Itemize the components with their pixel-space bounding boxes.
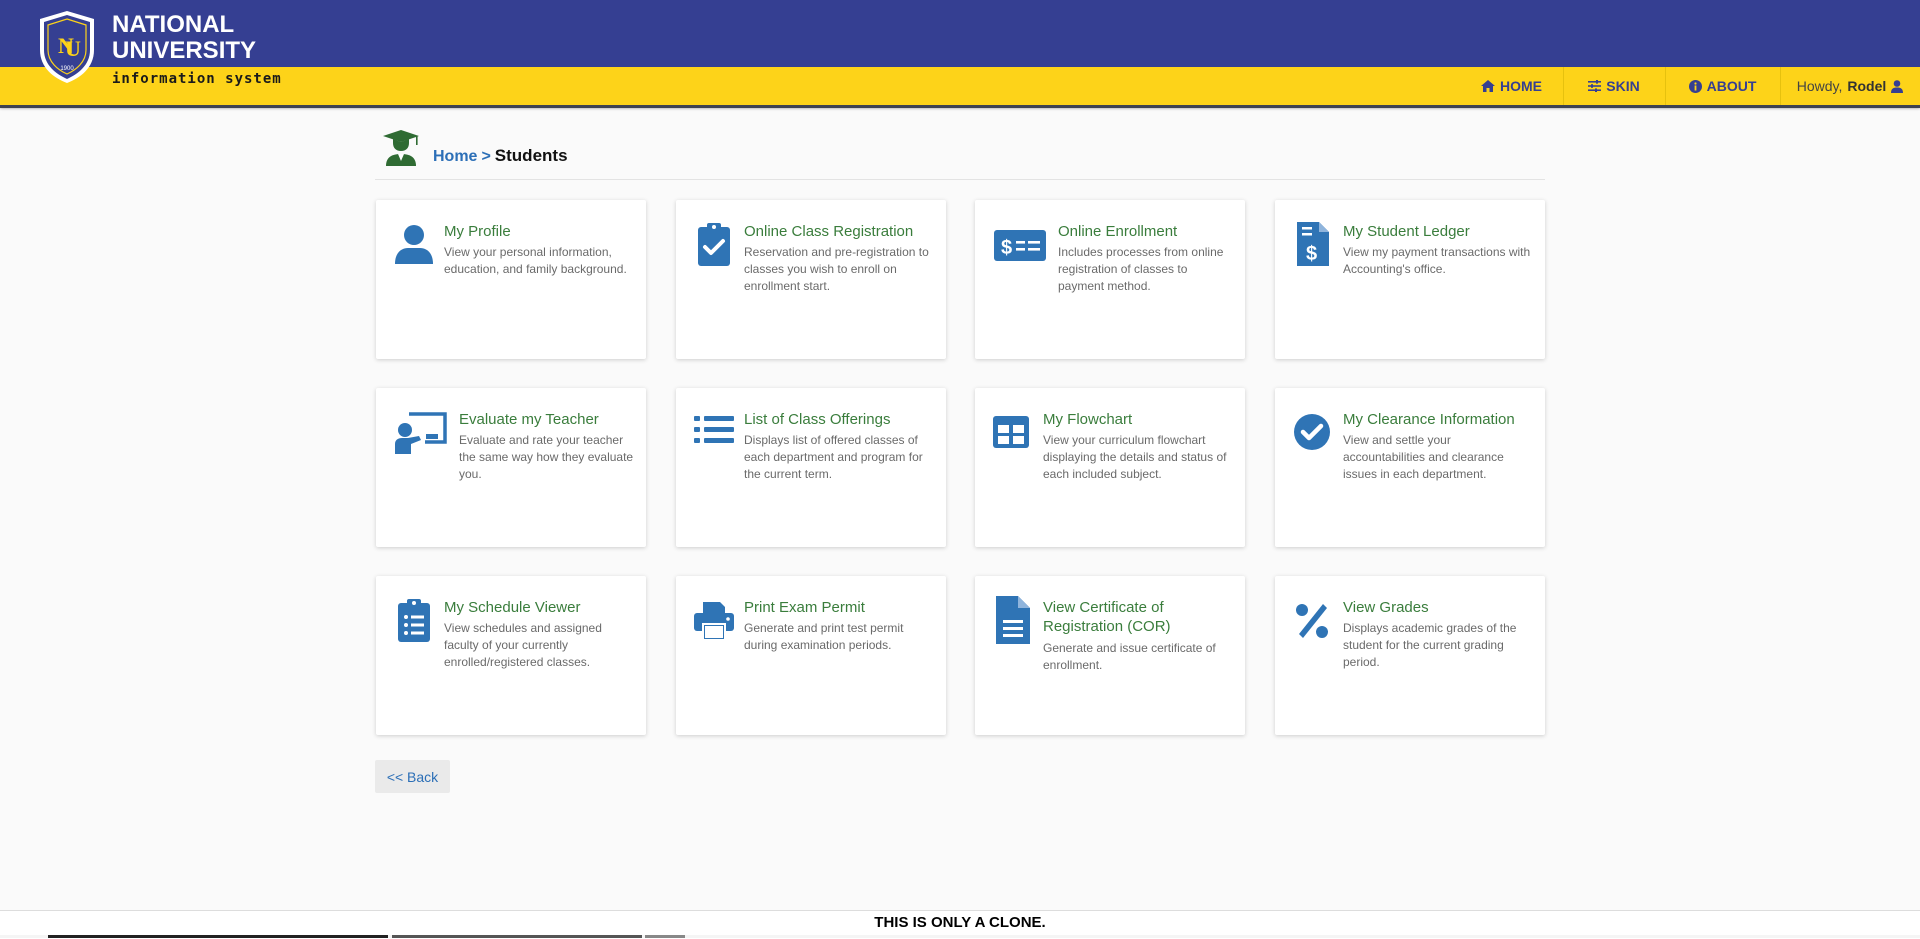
money-check-icon: $ <box>994 230 1046 261</box>
footer-notice: THIS IS ONLY A CLONE. <box>874 914 1046 931</box>
page-title: Students <box>494 146 568 165</box>
svg-text:1900: 1900 <box>60 66 74 72</box>
card-my-schedule-viewer[interactable]: My Schedule Viewer View schedules and as… <box>376 576 646 735</box>
nav-about[interactable]: ABOUT <box>1665 67 1780 105</box>
card-my-clearance-information[interactable]: My Clearance Information View and settle… <box>1275 388 1545 547</box>
card-online-enrollment[interactable]: $ Online Enrollment Includes processes f… <box>975 200 1245 359</box>
card-title: Online Class Registration <box>744 223 914 240</box>
svg-text:$: $ <box>1001 237 1012 259</box>
clipboard-check-icon <box>698 223 730 266</box>
file-alt-icon <box>996 596 1030 644</box>
nav-home-label: HOME <box>1500 78 1542 94</box>
header-top-bar <box>0 0 1920 67</box>
print-icon <box>694 602 734 641</box>
card-title: Online Enrollment <box>1058 223 1178 240</box>
nav-skin[interactable]: SKIN <box>1563 67 1665 105</box>
card-description: View and settle your accountabilities an… <box>1343 433 1504 481</box>
info-circle-icon <box>1688 79 1702 93</box>
svg-text:$: $ <box>1306 243 1317 265</box>
brand-subtitle: information system <box>112 71 282 87</box>
card-description: View your curriculum flowchart displayin… <box>1043 433 1227 481</box>
card-my-student-ledger[interactable]: $ My Student Ledger View my payment tran… <box>1275 200 1545 359</box>
card-title: My Clearance Information <box>1343 411 1515 428</box>
card-title: My Schedule Viewer <box>444 599 581 616</box>
card-title: List of Class Offerings <box>744 411 891 428</box>
card-view-certificate-of-registration[interactable]: View Certificate of Registration (COR) G… <box>975 576 1245 735</box>
user-icon <box>1891 79 1904 93</box>
card-view-grades[interactable]: View Grades Displays academic grades of … <box>1275 576 1545 735</box>
card-description: Evaluate and rate your teacher the same … <box>459 433 634 481</box>
howdy-text: Howdy, <box>1796 78 1843 94</box>
card-online-class-registration[interactable]: Online Class Registration Reservation an… <box>676 200 946 359</box>
header-divider <box>0 105 1920 108</box>
user-icon <box>395 225 433 264</box>
card-description: Generate and issue certificate of enroll… <box>1043 641 1216 672</box>
breadcrumb: Home > Students <box>433 146 568 166</box>
nav-skin-label: SKIN <box>1606 78 1640 94</box>
back-button[interactable]: << Back <box>375 760 450 793</box>
percent-icon <box>1296 604 1328 638</box>
card-title: View Certificate of Registration (COR) <box>1043 599 1171 635</box>
card-my-flowchart[interactable]: My Flowchart View your curriculum flowch… <box>975 388 1245 547</box>
card-title: My Profile <box>444 223 511 240</box>
card-description: Displays list of offered classes of each… <box>744 433 923 481</box>
card-title: My Flowchart <box>1043 411 1133 428</box>
graduate-icon <box>383 130 419 166</box>
user-name: Rodel <box>1847 78 1887 94</box>
brand-name-line2: UNIVERSITY <box>112 37 257 64</box>
card-print-exam-permit[interactable]: Print Exam Permit Generate and print tes… <box>676 576 946 735</box>
breadcrumb-home-link[interactable]: Home <box>433 148 477 165</box>
card-description: Displays academic grades of the student … <box>1343 621 1517 669</box>
card-title: Print Exam Permit <box>744 599 865 616</box>
card-description: View my payment transactions with Accoun… <box>1343 245 1531 276</box>
check-circle-icon <box>1294 414 1330 450</box>
user-menu[interactable]: Howdy, Rodel <box>1780 67 1920 105</box>
table-grid-icon <box>993 416 1029 448</box>
card-description: View your personal information, educatio… <box>444 245 627 276</box>
card-description: Generate and print test permit during ex… <box>744 621 904 652</box>
breadcrumb-divider <box>375 179 1545 180</box>
card-list-of-class-offerings[interactable]: List of Class Offerings Displays list of… <box>676 388 946 547</box>
card-title: My Student Ledger <box>1343 223 1470 240</box>
chalkboard-teacher-icon <box>395 412 447 454</box>
card-my-profile[interactable]: My Profile View your personal informatio… <box>376 200 646 359</box>
list-icon <box>694 416 734 443</box>
university-logo[interactable]: N U 1900 <box>36 10 98 84</box>
card-title: Evaluate my Teacher <box>459 411 599 428</box>
nav-home[interactable]: HOME <box>1460 67 1563 105</box>
card-description: View schedules and assigned faculty of y… <box>444 621 602 669</box>
svg-text:U: U <box>65 36 81 61</box>
sliders-icon <box>1588 80 1602 92</box>
card-description: Reservation and pre-registration to clas… <box>744 245 929 293</box>
card-evaluate-my-teacher[interactable]: Evaluate my Teacher Evaluate and rate yo… <box>376 388 646 547</box>
card-description: Includes processes from online registrat… <box>1058 245 1224 293</box>
clipboard-list-icon <box>398 599 430 642</box>
nav-about-label: ABOUT <box>1706 78 1757 94</box>
breadcrumb-separator: > <box>481 148 491 165</box>
home-icon <box>1481 80 1495 92</box>
brand-name-line1: NATIONAL <box>112 11 235 38</box>
card-title: View Grades <box>1343 599 1429 616</box>
invoice-dollar-icon: $ <box>1297 222 1329 266</box>
